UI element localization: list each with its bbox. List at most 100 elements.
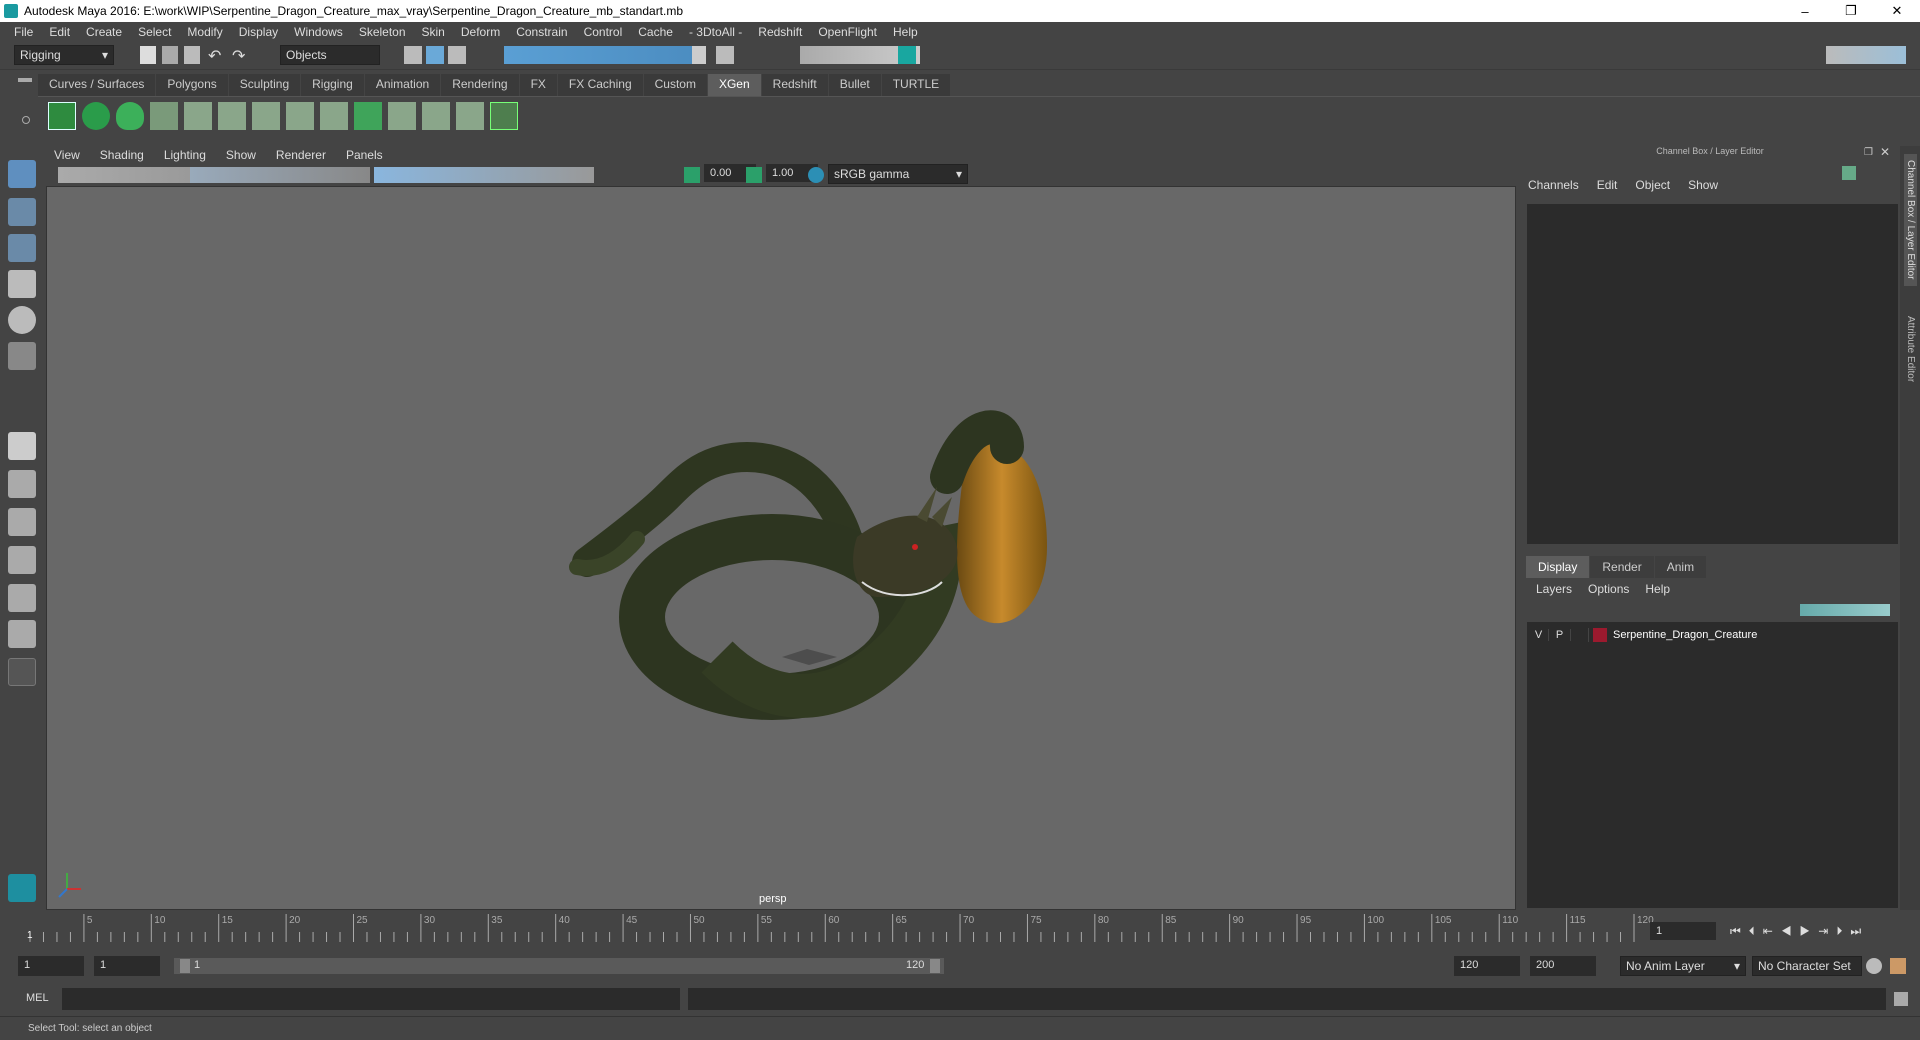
tab-custom[interactable]: Custom [643, 74, 707, 96]
open-scene-icon[interactable] [162, 46, 178, 64]
layer-playback-toggle[interactable]: P [1549, 629, 1571, 641]
end-time-field[interactable]: 200 [1530, 956, 1596, 976]
tab-anim[interactable]: Anim [1654, 556, 1707, 578]
camera-tools-group[interactable] [58, 167, 198, 183]
close-button[interactable]: ✕ [1874, 3, 1920, 19]
playback-start-field[interactable]: 1 [94, 956, 160, 976]
auto-key-icon[interactable] [1866, 958, 1882, 974]
xgen-select-guide-icon[interactable] [184, 102, 212, 130]
viewport-menu-view[interactable]: View [44, 148, 90, 162]
xgen-guide-lock-icon[interactable] [286, 102, 314, 130]
anim-layer-dropdown[interactable]: No Anim Layer ▾ [1620, 956, 1746, 976]
menu-cache[interactable]: Cache [630, 25, 681, 39]
tab-rendering[interactable]: Rendering [441, 74, 519, 96]
menu-control[interactable]: Control [576, 25, 631, 39]
float-panel-icon[interactable]: ❐ [1864, 147, 1873, 158]
dragon-model[interactable] [569, 410, 1047, 720]
workspace-toggles-group[interactable] [1826, 46, 1906, 64]
hypershade-layout-icon[interactable] [8, 620, 36, 648]
xgen-sculpt-icon[interactable] [320, 102, 348, 130]
playback-end-field[interactable]: 120 [1454, 956, 1520, 976]
menu-skeleton[interactable]: Skeleton [351, 25, 414, 39]
menu-3dtoall[interactable]: - 3DtoAll - [681, 25, 750, 39]
select-by-object-icon[interactable] [426, 46, 444, 64]
manipulator-icon[interactable] [1842, 166, 1856, 180]
layer-color-swatch[interactable] [1593, 628, 1607, 642]
shelf-settings-icon[interactable] [22, 116, 30, 124]
menu-help[interactable]: Help [885, 25, 926, 39]
range-end-handle[interactable] [930, 959, 940, 973]
tab-bullet[interactable]: Bullet [828, 74, 881, 96]
custom-layout-icon[interactable] [8, 658, 36, 686]
current-frame-field[interactable]: 1 [1650, 922, 1716, 940]
menu-display[interactable]: Display [231, 25, 286, 39]
tab-turtle[interactable]: TURTLE [881, 74, 951, 96]
menu-redshift[interactable]: Redshift [750, 25, 810, 39]
menu-skin[interactable]: Skin [414, 25, 453, 39]
time-slider[interactable]: 5 10 15 20 25 30 35 40 45 50 55 60 65 70 75 80 85 90 95 100… [0, 912, 1920, 946]
tab-fx[interactable]: FX [519, 74, 557, 96]
menu-modify[interactable]: Modify [179, 25, 230, 39]
color-management-icon[interactable] [808, 167, 824, 183]
viewport-menu-renderer[interactable]: Renderer [266, 148, 336, 162]
shelf-menu-icon[interactable] [18, 78, 32, 82]
layer-row[interactable]: V P Serpentine_Dragon_Creature [1529, 624, 1896, 646]
menu-set-dropdown[interactable]: Rigging ▾ [14, 45, 114, 65]
selection-mask-dropdown[interactable]: Objects [280, 45, 380, 65]
move-tool-icon[interactable] [8, 270, 36, 298]
animation-prefs-icon[interactable] [1890, 958, 1906, 974]
tab-curves-surfaces[interactable]: Curves / Surfaces [38, 74, 156, 96]
lasso-tool-icon[interactable] [8, 198, 36, 226]
command-input[interactable] [62, 988, 680, 1010]
lock-icon[interactable] [692, 46, 706, 64]
xgen-guide-length-icon[interactable] [218, 102, 246, 130]
select-by-hierarchy-icon[interactable] [404, 46, 422, 64]
menu-file[interactable]: File [6, 25, 41, 39]
range-slider[interactable]: 1 120 [174, 958, 944, 974]
viewport-menu-panels[interactable]: Panels [336, 148, 393, 162]
channel-menu-show[interactable]: Show [1688, 178, 1718, 192]
layer-reference-toggle[interactable] [1571, 628, 1589, 642]
symmetry-icon[interactable] [716, 46, 734, 64]
range-start-handle[interactable] [180, 959, 190, 973]
close-panel-icon[interactable]: ✕ [1880, 145, 1890, 159]
ipr-render-icon[interactable] [898, 46, 916, 64]
tab-render[interactable]: Render [1590, 556, 1654, 578]
perspective-viewport[interactable]: persp [46, 186, 1516, 910]
layer-visibility-toggle[interactable]: V [1529, 629, 1549, 641]
xgen-layers-icon[interactable] [354, 102, 382, 130]
minimize-button[interactable]: – [1782, 4, 1828, 19]
shading-toggles-group[interactable] [374, 167, 594, 183]
paint-select-tool-icon[interactable] [8, 234, 36, 262]
xgen-ruler-icon[interactable] [456, 102, 484, 130]
menu-select[interactable]: Select [130, 25, 179, 39]
viewport-menu-shading[interactable]: Shading [90, 148, 154, 162]
side-tab-channel-box[interactable]: Channel Box / Layer Editor [1904, 154, 1917, 286]
maximize-button[interactable]: ❐ [1828, 3, 1874, 19]
xgen-interactive-groom-icon[interactable] [490, 102, 518, 130]
undo-icon[interactable]: ↶ [208, 46, 221, 66]
save-scene-icon[interactable] [184, 46, 200, 64]
select-tool-icon[interactable] [8, 160, 36, 188]
tab-animation[interactable]: Animation [364, 74, 441, 96]
tab-xgen[interactable]: XGen [707, 74, 761, 96]
tab-sculpting[interactable]: Sculpting [228, 74, 301, 96]
xgen-editor-icon[interactable] [48, 102, 76, 130]
rotate-tool-icon[interactable] [8, 306, 36, 334]
start-time-field[interactable]: 1 [18, 956, 84, 976]
character-set-dropdown[interactable]: No Character Set [1752, 956, 1862, 976]
layer-menu-options[interactable]: Options [1588, 582, 1629, 596]
tab-polygons[interactable]: Polygons [156, 74, 228, 96]
menu-openflight[interactable]: OpenFlight [810, 25, 885, 39]
single-perspective-layout-icon[interactable] [8, 432, 36, 460]
xgen-create-description-icon[interactable] [116, 102, 144, 130]
menu-edit[interactable]: Edit [41, 25, 78, 39]
tab-fx-caching[interactable]: FX Caching [557, 74, 643, 96]
menu-deform[interactable]: Deform [453, 25, 508, 39]
xgen-guide-view-icon[interactable] [252, 102, 280, 130]
xgen-groom-icon[interactable] [422, 102, 450, 130]
select-by-component-icon[interactable] [448, 46, 466, 64]
time-ruler[interactable]: 5 10 15 20 25 30 35 40 45 50 55 60 65 70 75 80 85 90 95 100… [18, 912, 1658, 946]
layer-order-buttons[interactable] [1800, 604, 1890, 616]
command-language-label[interactable]: MEL [26, 992, 49, 1004]
